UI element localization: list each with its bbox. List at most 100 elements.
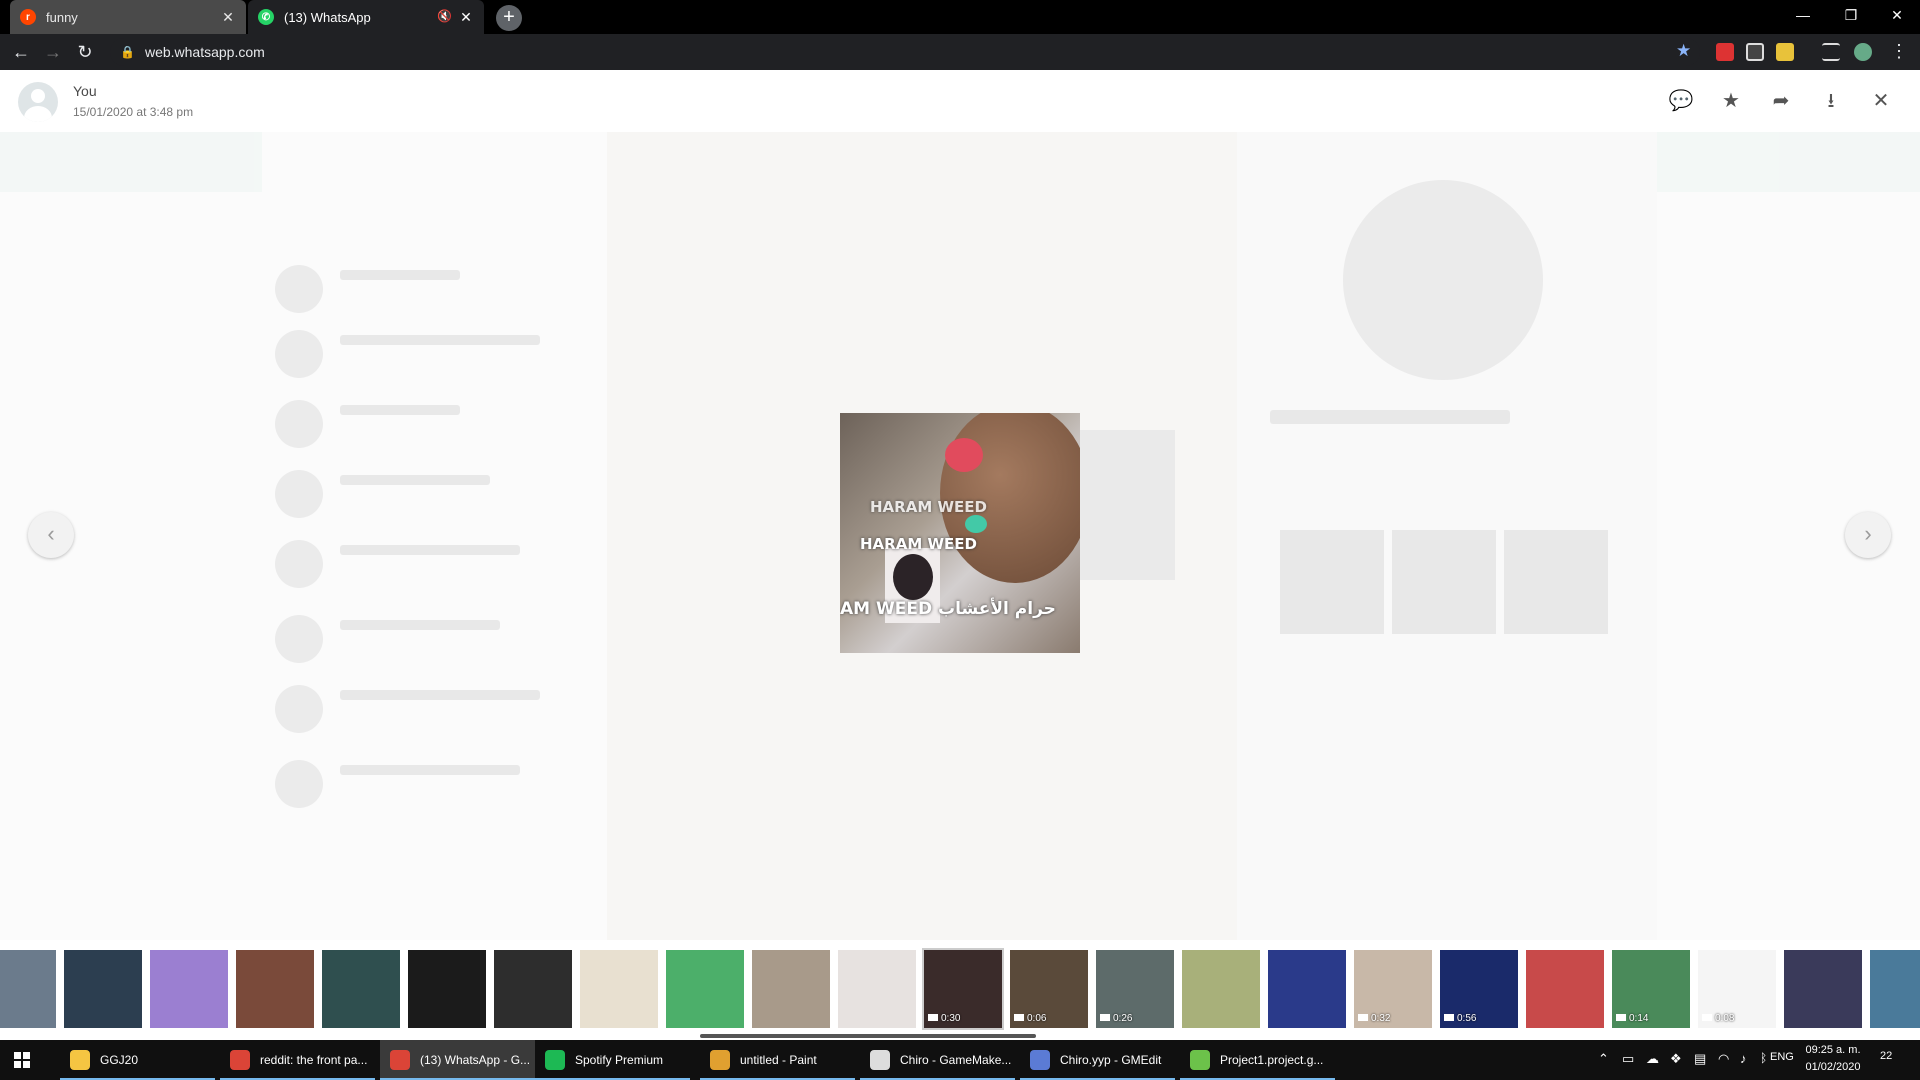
windows-start-icon[interactable] [14,1052,30,1068]
media-thumbnail[interactable] [0,950,56,1028]
clock-date[interactable]: 01/02/2020 [1798,1061,1868,1073]
bluetooth-icon[interactable]: ᛒ [1760,1051,1767,1065]
chat-name-line [340,545,520,555]
taskbar-item[interactable]: Chiro.yyp - GMEdit [1020,1040,1175,1080]
taskbar-item[interactable]: Spotify Premium [535,1040,690,1080]
taskbar-item-label: GGJ20 [100,1053,139,1067]
duration-text: 0:08 [1715,1013,1735,1024]
media-thumbnail[interactable]: 0:30 [922,948,1004,1030]
duration-text: 0:32 [1371,1013,1391,1024]
video-duration-badge: 0:56 [1444,1013,1476,1024]
media-thumbnail[interactable] [1784,950,1862,1028]
pocket-extension-icon[interactable] [1746,43,1764,61]
media-thumbnail[interactable] [1182,950,1260,1028]
tab-title: funny [46,9,78,25]
media-thumbnail[interactable] [666,950,744,1028]
profile-avatar[interactable] [1854,43,1872,61]
tray-expand-icon[interactable]: ⌃ [1598,1051,1609,1067]
address-bar[interactable]: 🔒 web.whatsapp.com [110,38,1700,66]
forward-button[interactable]: → [42,41,64,63]
previous-media-button[interactable]: ‹ [28,512,74,558]
chat-name-line [340,405,460,415]
media-thumbnail[interactable] [322,950,400,1028]
start-icon-pane [23,1061,30,1068]
tab-funny[interactable]: r funny ✕ [10,0,246,34]
video-duration-badge: 0:08 [1702,1013,1734,1024]
media-thumbnail[interactable] [494,950,572,1028]
media-thumbnail[interactable]: 0:32 [1354,950,1432,1028]
shared-media-thumb [1280,530,1384,634]
media-thumbnail[interactable]: 0:14 [1612,950,1690,1028]
close-tab-icon[interactable]: ✕ [458,9,474,25]
download-icon[interactable]: ⭳ [1818,88,1844,114]
url-text[interactable]: web.whatsapp.com [145,44,265,60]
tab-whatsapp[interactable]: ✆ (13) WhatsApp 🔇 ✕ [248,0,484,34]
wifi-icon[interactable]: ◠ [1718,1051,1729,1067]
app-icon [710,1050,730,1070]
minimize-button[interactable]: — [1780,0,1826,30]
media-thumbnail[interactable] [752,950,830,1028]
extension-icon[interactable] [1776,43,1794,61]
taskbar-item[interactable]: Chiro - GameMake... [860,1040,1015,1080]
media-thumbnail[interactable] [408,950,486,1028]
app-icon [545,1050,565,1070]
close-icon[interactable]: ✕ [1868,88,1894,114]
media-thumbnail[interactable] [1268,950,1346,1028]
taskbar-item-label: Spotify Premium [575,1053,664,1067]
bookmark-star-icon[interactable]: ★ [1676,41,1691,61]
media-thumbnail[interactable] [64,950,142,1028]
video-icon [1444,1014,1454,1021]
media-thumbnail[interactable] [1870,950,1920,1028]
taskbar-item[interactable]: Project1.project.g... [1180,1040,1335,1080]
browser-menu-icon[interactable]: ⋮ [1890,41,1908,62]
duration-text: 0:06 [1027,1013,1047,1024]
taskbar-item[interactable]: untitled - Paint [700,1040,855,1080]
mute-icon[interactable]: 🔇 [437,9,452,23]
language-indicator[interactable]: ENG [1770,1051,1794,1063]
close-tab-icon[interactable]: ✕ [220,9,236,25]
media-image[interactable]: HARAM WEED HARAM WEED AM WEED حرام الأعش… [840,413,1080,653]
volume-icon[interactable]: ♪ [1740,1051,1747,1066]
reply-icon[interactable]: 💬 [1668,88,1694,114]
window-close-button[interactable]: ✕ [1874,0,1920,30]
media-thumbnail[interactable] [150,950,228,1028]
chat-avatar [275,615,323,663]
media-thumbnail[interactable] [838,950,916,1028]
taskbar-item[interactable]: (13) WhatsApp - G... [380,1040,535,1080]
thumbnail-scrollbar[interactable] [700,1034,1036,1038]
media-control-icon[interactable] [1822,43,1840,61]
lock-icon: 🔒 [120,45,135,59]
clock-time[interactable]: 09:25 a. m. [1798,1044,1868,1056]
back-button[interactable]: ← [10,41,32,63]
gmail-extension-icon[interactable] [1716,43,1734,61]
video-icon [1100,1014,1110,1021]
shared-media-thumb [1392,530,1496,634]
forward-icon[interactable]: ➦ [1768,88,1794,114]
media-thumbnail[interactable] [580,950,658,1028]
folder-sync-icon[interactable]: ▤ [1694,1051,1706,1067]
taskbar-item[interactable]: GGJ20 [60,1040,215,1080]
tab-title: (13) WhatsApp [284,9,371,25]
battery-icon[interactable]: ▭ [1622,1051,1634,1067]
media-thumbnail[interactable] [1526,950,1604,1028]
chat-avatar [275,760,323,808]
media-thumbnail[interactable]: 0:26 [1096,950,1174,1028]
media-thumbnail[interactable]: 0:06 [1010,950,1088,1028]
media-thumbnail[interactable] [236,950,314,1028]
media-thumbnail[interactable]: 0:08 [1698,950,1776,1028]
taskbar-item-label: untitled - Paint [740,1053,817,1067]
star-icon[interactable]: ★ [1718,88,1744,114]
restore-button[interactable]: ❐ [1828,0,1874,30]
taskbar-item[interactable]: reddit: the front pa... [220,1040,375,1080]
cloud-icon[interactable]: ☁ [1646,1051,1659,1067]
duration-text: 0:14 [1629,1013,1649,1024]
reload-button[interactable]: ↻ [74,41,96,63]
notification-count[interactable]: 22 [1880,1050,1892,1062]
media-caption: HARAM WEED [860,535,977,553]
chat-name-line [340,475,490,485]
sender-name: You [73,83,97,99]
next-media-button[interactable]: › [1845,512,1891,558]
dropbox-icon[interactable]: ❖ [1670,1051,1682,1067]
media-thumbnail[interactable]: 0:56 [1440,950,1518,1028]
new-tab-button[interactable]: + [496,5,522,31]
